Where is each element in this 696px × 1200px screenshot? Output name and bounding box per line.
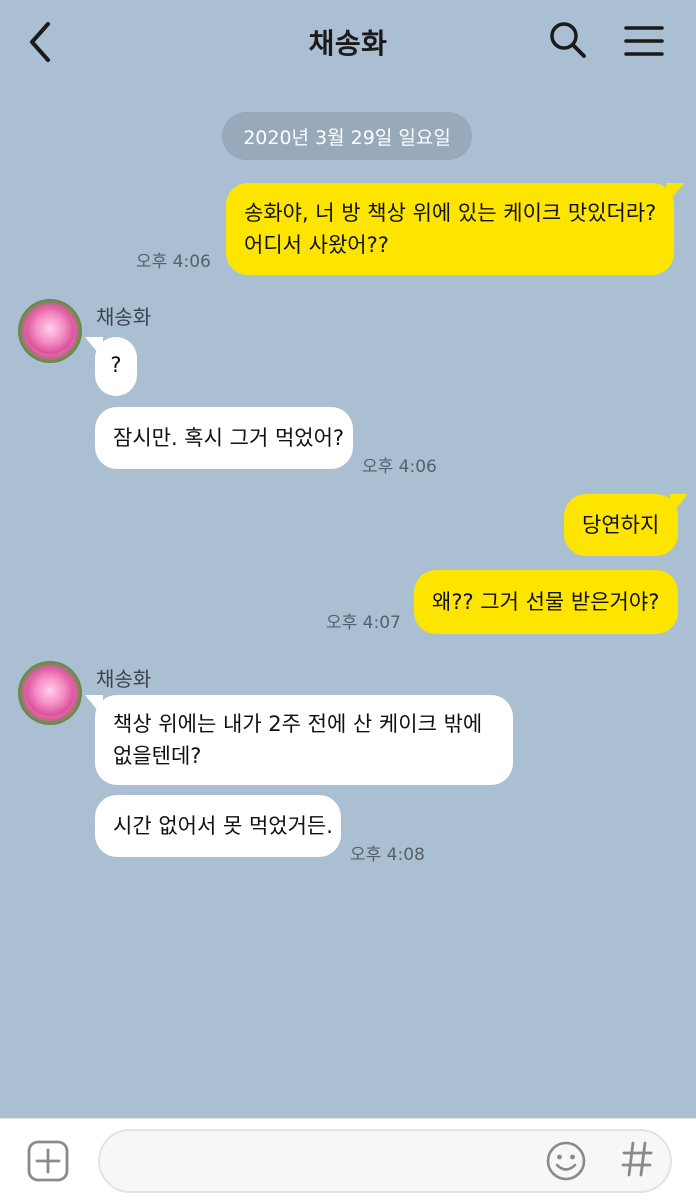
flower-avatar-image	[26, 669, 74, 717]
message-bubble-me[interactable]: 송화야, 너 방 책상 위에 있는 케이크 맛있더라? 어디서 사왔어??	[226, 183, 684, 275]
message-text: 잠시만. 혹시 그거 먹었어?	[113, 426, 345, 450]
sender-name: 채송화	[96, 667, 152, 691]
menu-button[interactable]	[624, 24, 664, 58]
emoji-icon	[546, 1141, 586, 1181]
message-bubble-me[interactable]: 왜?? 그거 선물 받은거야?	[414, 570, 678, 634]
attach-button[interactable]	[26, 1139, 70, 1183]
back-button[interactable]	[22, 20, 62, 64]
message-text: 시간 없어서 못 먹었거든.	[113, 814, 333, 838]
message-bubble-me[interactable]: 당연하지	[564, 494, 688, 556]
emoji-button[interactable]	[545, 1140, 587, 1182]
chevron-left-icon	[30, 22, 50, 62]
message-time: 오후 4:07	[326, 613, 401, 633]
message-time: 오후 4:08	[350, 845, 425, 865]
flower-avatar-image	[26, 307, 74, 355]
message-bubble-other[interactable]: 잠시만. 혹시 그거 먹었어?	[95, 407, 353, 469]
date-divider: 2020년 3월 29일 일요일	[222, 112, 472, 160]
message-time: 오후 4:06	[136, 252, 211, 272]
search-button[interactable]	[548, 20, 588, 60]
search-icon	[550, 22, 586, 58]
avatar[interactable]	[18, 661, 82, 725]
hashtag-button[interactable]	[620, 1137, 654, 1181]
message-text-line: 송화야, 너 방 책상 위에 있는 케이크 맛있더라?	[244, 201, 657, 225]
message-bubble-other[interactable]: 책상 위에는 내가 2주 전에 산 케이크 밖에 없을텐데?	[85, 695, 513, 785]
hashtag-icon	[621, 1141, 653, 1177]
plus-square-icon	[27, 1140, 69, 1182]
chat-title: 채송화	[308, 27, 388, 60]
message-time: 오후 4:06	[362, 457, 437, 477]
message-text: ?	[110, 353, 122, 377]
message-bubble-other[interactable]: ?	[85, 337, 137, 396]
message-input-bar	[0, 1118, 696, 1200]
message-text: 왜?? 그거 선물 받은거야?	[432, 590, 660, 614]
message-text: 당연하지	[582, 513, 660, 537]
message-text-line: 책상 위에는 내가 2주 전에 산 케이크 밖에	[113, 712, 483, 736]
hamburger-menu-icon	[624, 26, 664, 56]
chat-header: 채송화	[0, 0, 696, 84]
avatar[interactable]	[18, 299, 82, 363]
sender-name: 채송화	[96, 305, 152, 329]
message-bubble-other[interactable]: 시간 없어서 못 먹었거든.	[95, 795, 341, 857]
message-text-line: 없을텐데?	[113, 744, 202, 768]
message-text-line: 어디서 사왔어??	[244, 233, 389, 257]
